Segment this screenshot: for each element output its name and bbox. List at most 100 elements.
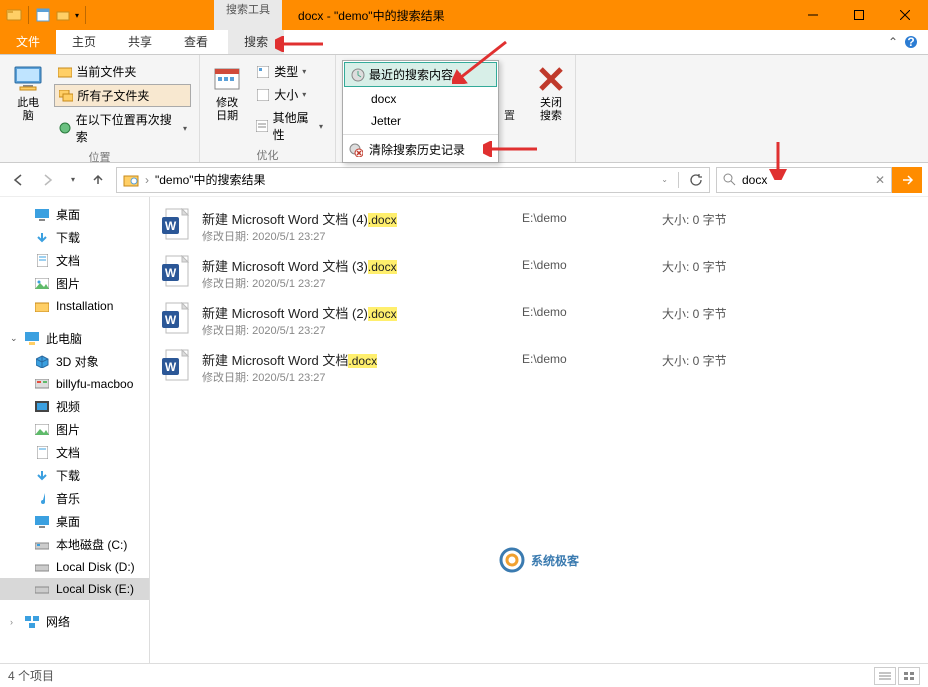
monitor-icon [24,331,40,347]
chevron-down-icon: ▾ [319,122,323,131]
tree-music[interactable]: 音乐 [0,487,149,510]
all-subfolders-option[interactable]: 所有子文件夹 [54,84,191,107]
expand-icon[interactable]: › [10,617,18,627]
size-option[interactable]: 大小 ▾ [252,84,327,105]
help-icon[interactable]: ? [904,35,918,49]
quick-access-toolbar: ▾ [0,6,94,24]
tree-local-c[interactable]: 本地磁盘 (C:) [0,533,149,556]
navigation-tree[interactable]: 桌面 下载 文档 图片 Installation ⌄此电脑 3D 对象 bill… [0,197,150,663]
ribbon-collapse-icon[interactable]: ⌃ [888,35,898,49]
tree-network[interactable]: ›网络 [0,610,149,633]
details-view-button[interactable] [874,667,896,685]
search-box[interactable]: docx ✕ [716,167,892,193]
result-filename: 新建 Microsoft Word 文档 (3).docx [202,256,512,275]
tab-share[interactable]: 共享 [112,30,168,54]
recent-search-item[interactable]: docx [343,88,498,110]
tree-local-d[interactable]: Local Disk (D:) [0,556,149,578]
result-row[interactable]: W 新建 Microsoft Word 文档 (4).docx 修改日期: 20… [150,203,928,250]
title-bar: ▾ 搜索工具 docx - "demo"中的搜索结果 [0,0,928,30]
results-pane[interactable]: W 新建 Microsoft Word 文档 (4).docx 修改日期: 20… [150,197,928,663]
tree-label: 3D 对象 [56,353,99,370]
maximize-button[interactable] [836,0,882,30]
tree-downloads[interactable]: 下载 [0,226,149,249]
result-size: 大小: 0 字节 [662,256,727,275]
result-row[interactable]: W 新建 Microsoft Word 文档.docx 修改日期: 2020/5… [150,344,928,391]
recent-search-item[interactable]: Jetter [343,110,498,132]
tree-downloads2[interactable]: 下载 [0,464,149,487]
current-folder-option[interactable]: 当前文件夹 [54,61,191,82]
search-again-in-option[interactable]: 在以下位置再次搜索 ▾ [54,109,191,147]
close-search-label: 关闭 搜索 [540,97,562,123]
video-icon [34,399,50,415]
tree-videos[interactable]: 视频 [0,395,149,418]
result-row[interactable]: W 新建 Microsoft Word 文档 (3).docx 修改日期: 20… [150,250,928,297]
tree-desktop2[interactable]: 桌面 [0,510,149,533]
tree-label: Local Disk (E:) [56,582,134,596]
close-x-icon [535,63,567,95]
address-dropdown-icon[interactable]: ⌄ [661,175,668,184]
result-date: 修改日期: 2020/5/1 23:27 [202,322,512,338]
tree-label: 下载 [56,467,80,484]
close-search-button[interactable]: 关闭 搜索 [530,59,572,123]
tree-documents2[interactable]: 文档 [0,441,149,464]
desktop-icon [34,207,50,223]
qat-new-folder-icon[interactable] [55,7,71,23]
status-bar: 4 个项目 [0,663,928,687]
clear-search-button[interactable]: ✕ [875,173,885,187]
refresh-button[interactable] [689,173,703,187]
chevron-down-icon: ▾ [302,67,306,76]
address-box[interactable]: › "demo"中的搜索结果 ⌄ [116,167,710,193]
tree-pictures2[interactable]: 图片 [0,418,149,441]
other-props-option[interactable]: 其他属性 ▾ [252,107,327,145]
tab-file[interactable]: 文件 [0,30,56,54]
nav-forward-button[interactable] [36,168,60,192]
search-results-folder-icon [123,172,139,188]
folder-icon [58,65,72,79]
tree-installation[interactable]: Installation [0,295,149,317]
tree-this-pc[interactable]: ⌄此电脑 [0,327,149,350]
svg-text:W: W [165,219,177,233]
props-icon [256,119,268,133]
qat-dropdown-icon[interactable]: ▾ [75,11,79,20]
search-tools-contextual-tab[interactable]: 搜索工具 [214,0,282,30]
tab-view[interactable]: 查看 [168,30,224,54]
tree-documents[interactable]: 文档 [0,249,149,272]
tab-home[interactable]: 主页 [56,30,112,54]
this-pc-label: 此电 脑 [17,97,39,123]
result-row[interactable]: W 新建 Microsoft Word 文档 (2).docx 修改日期: 20… [150,297,928,344]
current-folder-label: 当前文件夹 [76,63,136,80]
ribbon-group-location: 此电 脑 当前文件夹 所有子文件夹 [0,55,200,162]
result-filename: 新建 Microsoft Word 文档 (2).docx [202,303,512,322]
nav-up-button[interactable] [86,168,110,192]
tree-3d-objects[interactable]: 3D 对象 [0,350,149,373]
result-size: 大小: 0 字节 [662,350,727,369]
expand-icon[interactable]: ⌄ [10,333,18,344]
minimize-button[interactable] [790,0,836,30]
search-go-button[interactable] [892,167,922,193]
type-option[interactable]: 类型 ▾ [252,61,327,82]
nav-history-dropdown[interactable]: ▾ [66,168,80,192]
qat-properties-icon[interactable] [35,7,51,23]
tree-local-e[interactable]: Local Disk (E:) [0,578,149,600]
picture-icon [34,276,50,292]
icons-view-button[interactable] [898,667,920,685]
search-tools-label: 搜索工具 [226,4,270,16]
tree-pictures[interactable]: 图片 [0,272,149,295]
globe-icon [58,121,71,135]
result-date: 修改日期: 2020/5/1 23:27 [202,228,512,244]
close-button[interactable] [882,0,928,30]
size-label: 大小 [274,86,298,103]
result-date: 修改日期: 2020/5/1 23:27 [202,369,512,385]
clear-history-item[interactable]: 清除搜索历史记录 [343,137,498,162]
result-filename: 新建 Microsoft Word 文档 (4).docx [202,209,512,228]
this-pc-button[interactable]: 此电 脑 [8,59,48,123]
dropdown-separator [343,134,498,135]
picture-icon [34,422,50,438]
breadcrumb-chevron-icon[interactable]: › [145,173,149,187]
tree-desktop[interactable]: 桌面 [0,203,149,226]
music-icon [34,491,50,507]
nav-back-button[interactable] [6,168,30,192]
cube-icon [34,354,50,370]
tree-billyfu[interactable]: billyfu-macboo [0,373,149,395]
modify-date-button[interactable]: 修改 日期 [208,59,246,123]
